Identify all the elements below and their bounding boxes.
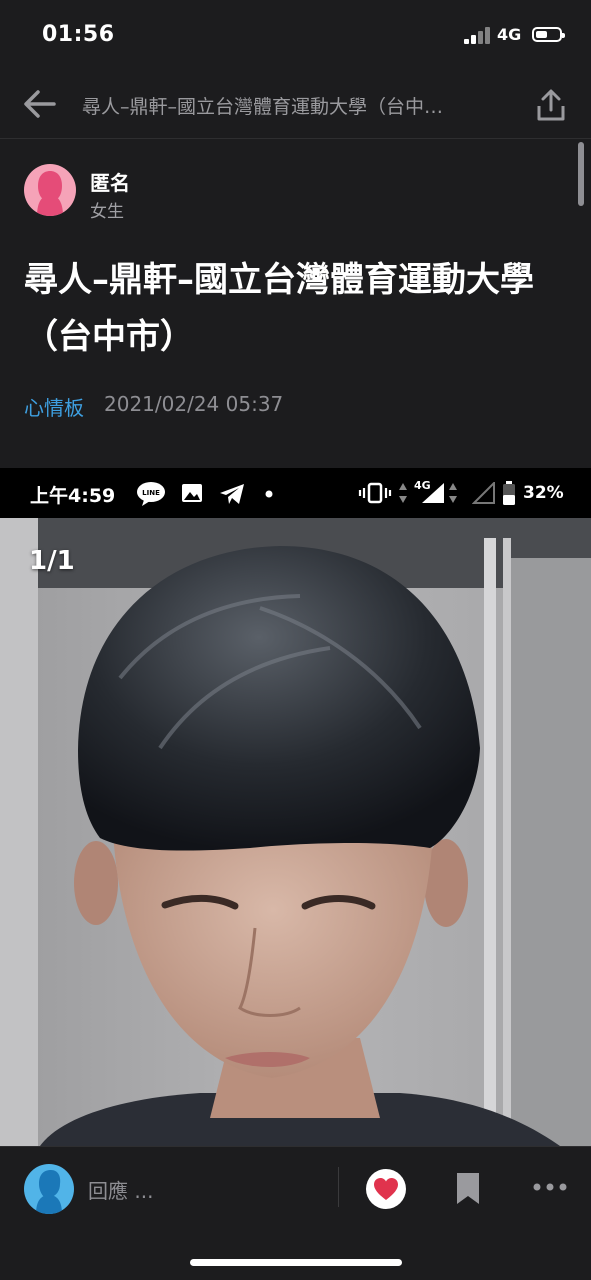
back-button[interactable] bbox=[20, 84, 60, 124]
user-avatar[interactable] bbox=[24, 1164, 74, 1214]
scrollbar[interactable] bbox=[578, 142, 584, 206]
heart-icon bbox=[374, 1178, 398, 1200]
signal-icon bbox=[464, 26, 494, 44]
nav-bar: 尋人–鼎軒–國立台灣體育運動大學（台中… bbox=[0, 70, 591, 139]
portrait-photo bbox=[0, 518, 591, 1146]
embedded-battery-percent: 32% bbox=[523, 483, 564, 503]
home-indicator bbox=[190, 1259, 402, 1266]
user-avatar-icon bbox=[36, 1170, 62, 1214]
divider bbox=[338, 1167, 339, 1207]
line-label: LINE bbox=[142, 489, 160, 497]
like-button[interactable] bbox=[366, 1169, 406, 1209]
post-image[interactable]: 1/1 bbox=[0, 518, 591, 1146]
share-button[interactable] bbox=[531, 86, 571, 126]
signal-empty-icon bbox=[472, 482, 495, 504]
line-icon: LINE bbox=[137, 482, 165, 506]
reply-input[interactable]: 回應 ... bbox=[88, 1175, 153, 1204]
battery-icon bbox=[503, 481, 515, 505]
gallery-icon bbox=[182, 484, 202, 502]
status-bar: 01:56 4G bbox=[0, 0, 591, 70]
board-link[interactable]: 心情板 bbox=[24, 392, 84, 421]
page-indicator: 1/1 bbox=[29, 546, 75, 576]
embedded-time: 上午4:59 bbox=[30, 485, 116, 507]
female-avatar-icon bbox=[37, 171, 63, 216]
battery-icon bbox=[532, 27, 565, 42]
post-title: 尋人–鼎軒–國立台灣體育運動大學（台中市） bbox=[24, 260, 534, 357]
author-avatar[interactable] bbox=[24, 164, 76, 216]
back-arrow-icon bbox=[24, 90, 56, 118]
nav-title: 尋人–鼎軒–國立台灣體育運動大學（台中… bbox=[82, 96, 444, 118]
network-type: 4G bbox=[497, 25, 522, 44]
author-name[interactable]: 匿名 bbox=[90, 167, 130, 196]
author-gender: 女生 bbox=[90, 202, 124, 222]
telegram-icon bbox=[220, 484, 244, 504]
bookmark-button[interactable] bbox=[454, 1171, 482, 1207]
data-arrows-icon bbox=[399, 483, 407, 503]
data-arrows-icon bbox=[449, 483, 457, 503]
post-date: 2021/02/24 05:37 bbox=[104, 392, 284, 416]
dot-icon bbox=[265, 490, 273, 498]
status-time: 01:56 bbox=[42, 22, 115, 47]
bottom-action-bar: 回應 ... bbox=[0, 1146, 591, 1280]
more-button[interactable] bbox=[530, 1177, 570, 1197]
vibrate-icon bbox=[358, 482, 392, 504]
more-icon bbox=[533, 1183, 567, 1191]
share-icon bbox=[537, 89, 565, 121]
embedded-status-bar: 上午4:59 LINE 4G 32% bbox=[0, 468, 591, 518]
bookmark-icon bbox=[457, 1173, 479, 1204]
signal-icon bbox=[422, 483, 444, 503]
